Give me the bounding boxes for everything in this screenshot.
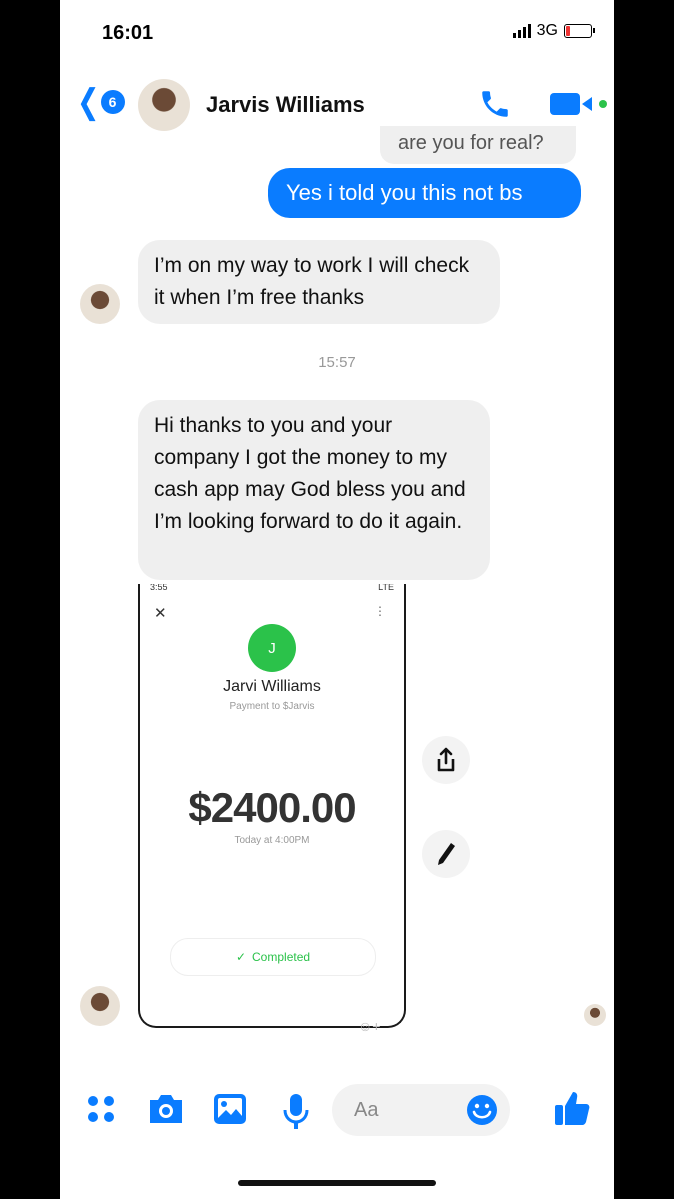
payee-name: Jarvi Williams bbox=[223, 678, 321, 695]
more-apps-icon[interactable] bbox=[86, 1094, 116, 1129]
pencil-icon bbox=[438, 843, 455, 865]
edit-button[interactable] bbox=[422, 830, 470, 878]
video-call-icon[interactable] bbox=[550, 89, 608, 122]
incoming-message-bubble[interactable]: Hi thanks to you and your company I got … bbox=[138, 400, 490, 580]
message-timestamp: 15:57 bbox=[318, 354, 356, 371]
payment-screenshot-image[interactable]: 3:55 LTE ✕ ⋮ J Jarvi Williams Payment to… bbox=[138, 584, 406, 1028]
battery-level bbox=[566, 26, 570, 36]
share-icon bbox=[437, 747, 455, 772]
payment-amount: $2400.00 bbox=[188, 784, 356, 831]
previous-message-bubble[interactable]: are you for real? bbox=[380, 126, 576, 164]
payment-date: Today at 4:00PM bbox=[234, 835, 310, 846]
battery-icon bbox=[564, 24, 595, 38]
close-icon: ✕ bbox=[154, 605, 167, 622]
phone-screen: 16:01 3G ❮ 6 Jarvis Williams are you for… bbox=[60, 0, 614, 1199]
incoming-message-bubble[interactable]: I’m on my way to work I will check it wh… bbox=[138, 240, 500, 324]
screenshot-time: 3:55 bbox=[150, 584, 168, 592]
payment-status: Completed bbox=[252, 950, 311, 964]
back-button[interactable]: ❮ 6 bbox=[74, 85, 125, 119]
microphone-icon[interactable] bbox=[282, 1092, 310, 1135]
camera-icon[interactable] bbox=[146, 1092, 186, 1131]
more-vertical-icon: ⋮ bbox=[374, 604, 386, 618]
message-input-placeholder: Aa bbox=[354, 1099, 379, 1121]
message-composer: Aa bbox=[60, 1080, 614, 1140]
signal-icon bbox=[512, 24, 531, 38]
home-indicator bbox=[238, 1180, 436, 1186]
message-input[interactable]: Aa bbox=[332, 1084, 510, 1136]
payment-status-pill: ✓ Completed bbox=[170, 938, 376, 976]
screenshot-status-bar: 3:55 LTE bbox=[150, 584, 394, 596]
share-button[interactable] bbox=[422, 736, 470, 784]
contact-avatar[interactable] bbox=[138, 79, 190, 131]
checkmark-icon: ✓ bbox=[235, 950, 247, 964]
gallery-icon[interactable] bbox=[212, 1092, 248, 1131]
read-receipt-avatar bbox=[584, 1004, 606, 1026]
sender-avatar[interactable] bbox=[80, 284, 120, 324]
thumbs-up-icon[interactable] bbox=[552, 1088, 592, 1133]
status-time: 16:01 bbox=[102, 22, 154, 44]
status-indicators: 3G bbox=[512, 22, 595, 40]
screenshot-network: LTE bbox=[378, 584, 394, 592]
network-label: 3G bbox=[536, 22, 558, 39]
contact-name[interactable]: Jarvis Williams bbox=[206, 92, 365, 118]
previous-message-text: are you for real? bbox=[398, 132, 544, 154]
unread-count-badge: 6 bbox=[100, 90, 125, 114]
outgoing-message-bubble[interactable]: Yes i told you this not bs bbox=[268, 168, 581, 218]
payment-subtitle: Payment to $Jarvis bbox=[229, 701, 315, 712]
chevron-left-icon: ❮ bbox=[76, 83, 100, 121]
phone-call-icon[interactable] bbox=[478, 87, 512, 126]
emoji-icon[interactable] bbox=[466, 1094, 498, 1131]
payee-avatar: J bbox=[248, 624, 296, 672]
add-reaction-icon[interactable]: ☺+ bbox=[358, 1018, 390, 1040]
sender-avatar[interactable] bbox=[80, 986, 120, 1026]
